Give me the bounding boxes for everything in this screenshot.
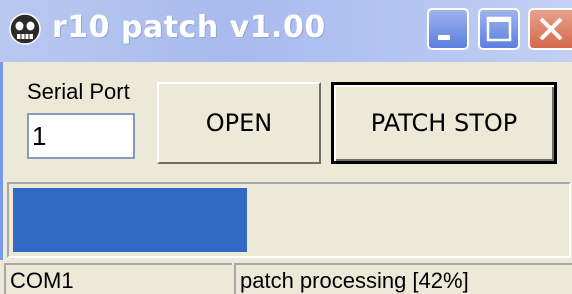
close-button[interactable]: [528, 8, 572, 50]
close-icon: [539, 17, 563, 41]
maximize-icon: [486, 16, 512, 42]
minimize-icon: [438, 35, 450, 40]
open-button[interactable]: OPEN: [157, 82, 321, 164]
serial-port-label: Serial Port: [27, 79, 130, 104]
minimize-button[interactable]: [427, 8, 469, 50]
patch-stop-button[interactable]: PATCH STOP: [331, 82, 557, 164]
progress-bar: [7, 182, 571, 258]
status-message: patch processing [42%]: [234, 263, 572, 294]
progress-fill: [13, 188, 247, 252]
serial-port-input[interactable]: [27, 113, 135, 159]
title-bar[interactable]: r10 patch v1.00: [0, 0, 572, 62]
status-port: COM1: [4, 263, 232, 294]
app-window: r10 patch v1.00 Serial Port OPEN PATCH S…: [0, 0, 572, 294]
status-bar: COM1 patch processing [42%]: [0, 260, 572, 294]
window-title: r10 patch v1.00: [52, 10, 326, 45]
skull-icon[interactable]: [8, 12, 42, 46]
maximize-button[interactable]: [478, 8, 520, 50]
